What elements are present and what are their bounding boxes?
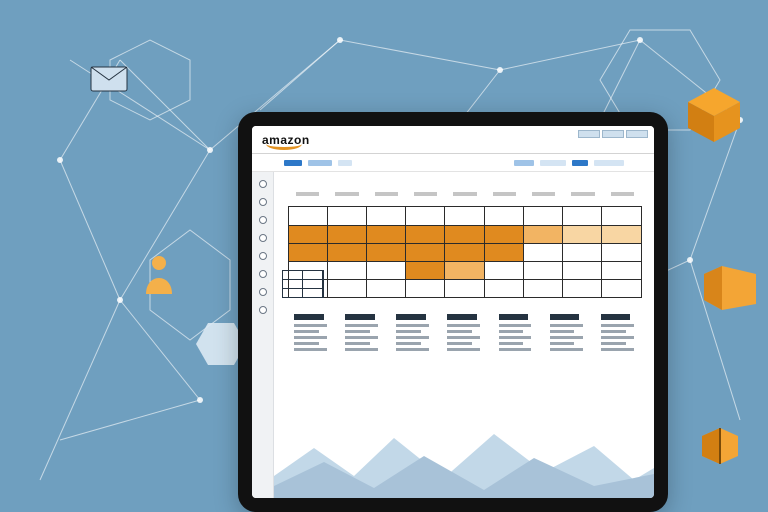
data-column xyxy=(396,314,437,354)
brand-logo: amazon xyxy=(262,133,310,147)
toolbar-chip[interactable] xyxy=(540,160,566,166)
rail-icon[interactable] xyxy=(259,252,267,260)
heatmap-cell xyxy=(524,262,563,279)
app-screen: amazon xyxy=(252,126,654,498)
data-column xyxy=(447,314,488,354)
heatmap-cell xyxy=(445,207,484,225)
area-chart xyxy=(274,428,654,498)
toolbar-chip[interactable] xyxy=(572,160,588,166)
heatmap-cell xyxy=(367,244,406,261)
rail-icon[interactable] xyxy=(259,216,267,224)
heatmap-cell xyxy=(524,280,563,297)
heatmap-cell xyxy=(367,226,406,243)
heatmap-row xyxy=(289,225,641,243)
heatmap-cell xyxy=(289,207,328,225)
heatmap-cell xyxy=(524,207,563,225)
heatmap-row xyxy=(289,261,641,279)
toolbar-chip[interactable] xyxy=(594,160,624,166)
workspace xyxy=(274,172,654,498)
window-tabs xyxy=(578,130,648,138)
heatmap-cell xyxy=(406,262,445,279)
brand-bar: amazon xyxy=(252,126,654,154)
heatmap-cell xyxy=(485,280,524,297)
heatmap-cell xyxy=(406,226,445,243)
heatmap-cell xyxy=(328,207,367,225)
heatmap-cell xyxy=(524,244,563,261)
heatmap-cell xyxy=(445,244,484,261)
rail-icon[interactable] xyxy=(259,306,267,314)
heatmap-cell xyxy=(602,280,641,297)
tablet-device: amazon xyxy=(238,112,668,512)
folder-icon xyxy=(702,260,758,310)
toolbar-chip[interactable] xyxy=(338,160,352,166)
heatmap-cell xyxy=(485,226,524,243)
data-column xyxy=(499,314,540,354)
heatmap-chart xyxy=(288,192,642,300)
window-tab[interactable] xyxy=(578,130,600,138)
heatmap-cell xyxy=(445,280,484,297)
heatmap-cell xyxy=(563,244,602,261)
heatmap-row xyxy=(289,279,641,297)
heatmap-row xyxy=(289,207,641,225)
heatmap-cell xyxy=(328,244,367,261)
toolbar-chip[interactable] xyxy=(514,160,534,166)
heatmap-cell xyxy=(328,262,367,279)
heatmap-cell xyxy=(328,280,367,297)
envelope-icon xyxy=(90,62,128,97)
heatmap-cell xyxy=(367,207,406,225)
package-icon xyxy=(694,426,746,466)
rail-icon[interactable] xyxy=(259,180,267,188)
heatmap-cell xyxy=(524,226,563,243)
heatmap-cell xyxy=(445,226,484,243)
heatmap-cell xyxy=(602,262,641,279)
heatmap-cell xyxy=(367,280,406,297)
data-column xyxy=(345,314,386,354)
data-column xyxy=(294,314,335,354)
toolbar-chip[interactable] xyxy=(284,160,302,166)
rail-icon[interactable] xyxy=(259,288,267,296)
heatmap-cell xyxy=(563,207,602,225)
mini-legend-table xyxy=(282,271,324,298)
heatmap-row xyxy=(289,243,641,261)
left-rail xyxy=(252,172,274,498)
toolbar-chip[interactable] xyxy=(308,160,332,166)
person-icon xyxy=(142,254,176,299)
heatmap-cell xyxy=(289,244,328,261)
rail-icon[interactable] xyxy=(259,198,267,206)
heatmap-cell xyxy=(602,226,641,243)
rail-icon[interactable] xyxy=(259,234,267,242)
heatmap-cell xyxy=(445,262,484,279)
heatmap-cell xyxy=(563,262,602,279)
heatmap-cell xyxy=(563,280,602,297)
heatmap-cell xyxy=(563,226,602,243)
heatmap-cell xyxy=(485,207,524,225)
heatmap-cell xyxy=(602,207,641,225)
toolbar xyxy=(252,154,654,172)
heatmap-cell xyxy=(406,244,445,261)
heatmap-cell xyxy=(485,244,524,261)
heatmap-cell xyxy=(289,226,328,243)
data-columns xyxy=(288,314,642,354)
heatmap-cell xyxy=(406,280,445,297)
data-column xyxy=(601,314,642,354)
cube-icon xyxy=(684,84,744,144)
heatmap-cell xyxy=(367,262,406,279)
heatmap-cell xyxy=(328,226,367,243)
heatmap-cell xyxy=(485,262,524,279)
heatmap-cell xyxy=(406,207,445,225)
window-tab[interactable] xyxy=(602,130,624,138)
heatmap-col-labels xyxy=(288,192,642,202)
rail-icon[interactable] xyxy=(259,270,267,278)
window-tab[interactable] xyxy=(626,130,648,138)
data-column xyxy=(550,314,591,354)
heatmap-cell xyxy=(602,244,641,261)
